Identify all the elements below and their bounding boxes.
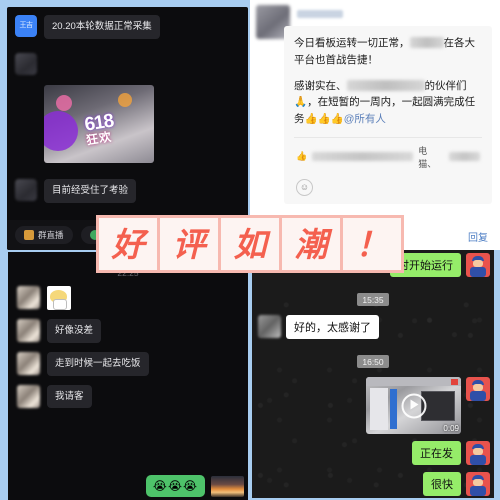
message-paragraph-1: 今日看板运转一切正常， 在各大平台也首战告捷！ [294, 35, 482, 69]
reaction-bar[interactable]: 👍 电猫、 [294, 136, 482, 174]
message-row: 目前经受住了考验 [7, 163, 248, 203]
reply-link[interactable]: 回复 [468, 229, 488, 244]
facepalm-sticker[interactable] [47, 286, 71, 310]
chat-surface-bottom-left: 22:25 好像没差 走到时候一起去吃饭 我请客 😭😭😭 [8, 252, 248, 500]
toolbar-label: 群直播 [38, 230, 64, 240]
avatar[interactable] [15, 178, 37, 201]
watermark-char: 潮 [294, 224, 328, 264]
message-bubble[interactable]: 很快 [423, 472, 461, 496]
message-row: 0:09 [252, 377, 494, 441]
avatar[interactable] [258, 315, 281, 338]
redacted-reactor-names [449, 152, 480, 162]
chat-surface-bottom-right: 时开始运行 15:35 好的，太感谢了 16:50 0:09 正在发 很快 [252, 250, 494, 498]
video-duration: 0:09 [443, 424, 459, 433]
watermark-cell: 潮 [282, 218, 343, 270]
timestamp: 15:35 [357, 293, 389, 306]
mario-avatar[interactable] [466, 253, 490, 277]
message-bubble[interactable]: 20.20本轮数据正常采集 [44, 15, 160, 39]
redacted-text [409, 37, 444, 48]
play-icon[interactable] [401, 393, 426, 418]
chat-surface-top-left: 王吉 20.20本轮数据正常采集 618 狂欢 目前经受住了考验 群直播 [7, 7, 248, 250]
message-row: 王吉 20.20本轮数据正常采集 [7, 7, 248, 39]
outgoing-row: 😭😭😭 [145, 475, 244, 497]
message-bubble[interactable]: 目前经受住了考验 [44, 178, 137, 203]
thumbs-up-icon: 👍 [296, 151, 308, 162]
watermark-cell: 好 [99, 218, 160, 270]
mario-avatar[interactable] [466, 472, 490, 496]
watermark-cell: 如 [221, 218, 282, 270]
image-text-kuanghuan: 狂欢 [85, 129, 114, 148]
message-bubble[interactable]: 好的，太感谢了 [286, 315, 379, 339]
message-row: 好的，太感谢了 [252, 315, 494, 346]
watermark-char: ！ [355, 224, 389, 264]
message-row: 我请客 [8, 384, 248, 418]
watermark-char: 如 [233, 224, 267, 264]
redacted-text [346, 79, 425, 91]
message-bubble[interactable]: 正在发 [412, 441, 461, 465]
toolbar-button-live[interactable]: 群直播 [15, 226, 73, 244]
message-bubble[interactable]: 好像没差 [47, 319, 102, 343]
message-bubble[interactable]: 走到时候一起去吃饭 [47, 351, 149, 376]
avatar[interactable] [17, 384, 40, 408]
reactor-name: 电猫、 [418, 145, 437, 169]
watermark-cell: 评 [160, 218, 221, 270]
message-card[interactable]: 今日看板运转一切正常， 在各大平台也首战告捷！ 感谢实在、 的伙伴们🙏，在短暂的一周… [284, 26, 492, 204]
sender-name-redacted [297, 10, 343, 18]
sunset-photo-thumbnail[interactable] [211, 476, 244, 497]
watermark-char: 好 [111, 224, 145, 264]
timestamp: 16:50 [357, 355, 389, 368]
message-paragraph-2: 感谢实在、 的伙伴们🙏，在短暂的一周内，一起圆满完成任务👍👍👍@所有人 [294, 78, 482, 128]
live-broadcast-icon [24, 230, 34, 240]
message-image-618[interactable]: 618 狂欢 [44, 84, 154, 163]
mario-avatar[interactable] [466, 377, 490, 401]
panel-bottom-right: 时开始运行 15:35 好的，太感谢了 16:50 0:09 正在发 很快 [250, 250, 500, 500]
message-row: 好像没差 [8, 319, 248, 352]
panel-bottom-left: 22:25 好像没差 走到时候一起去吃饭 我请客 😭😭😭 [0, 250, 250, 500]
message-row [7, 39, 248, 75]
message-bubble[interactable]: 我请客 [47, 384, 92, 409]
redacted-reactor-names [312, 152, 414, 162]
paragraph-text: 今日看板运转一切正常， [294, 37, 410, 49]
message-row: 正在发 [252, 441, 494, 472]
avatar[interactable] [17, 351, 40, 375]
emoji-bubble[interactable]: 😭😭😭 [145, 475, 205, 497]
watermark-cell: ！ [343, 218, 401, 270]
watermark-char: 评 [172, 224, 206, 264]
panel-top-right: 今日看板运转一切正常， 在各大平台也首战告捷！ 感谢实在、 的伙伴们🙏，在短暂的一周… [250, 0, 500, 250]
message-row: 很快 [252, 472, 494, 498]
panel-top-left: 王吉 20.20本轮数据正常采集 618 狂欢 目前经受住了考验 群直播 [0, 0, 250, 250]
video-message[interactable]: 0:09 [366, 377, 461, 434]
add-emoji-icon[interactable]: ☺ [296, 178, 313, 196]
avatar[interactable] [15, 52, 37, 75]
avatar[interactable] [17, 319, 40, 342]
avatar[interactable]: 王吉 [15, 15, 37, 37]
message-row [8, 286, 248, 319]
paragraph-text: 感谢实在、 [294, 79, 347, 92]
avatar[interactable] [17, 286, 40, 309]
mario-avatar[interactable] [466, 441, 490, 465]
message-row: 走到时候一起去吃饭 [8, 351, 248, 385]
watermark-banner: 好 评 如 潮 ！ [96, 215, 404, 273]
mention-all[interactable]: @所有人 [344, 113, 386, 125]
